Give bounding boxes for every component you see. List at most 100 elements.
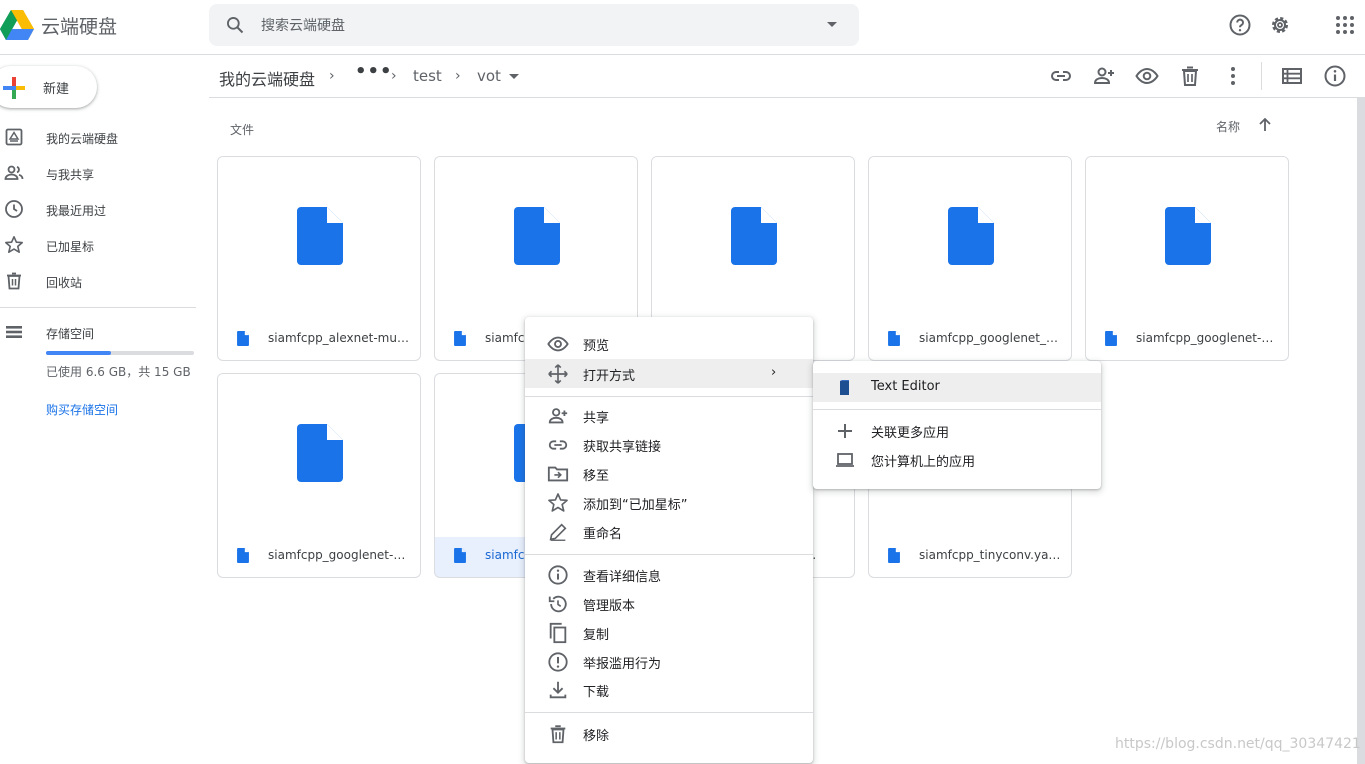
- storage-icon: [6, 326, 22, 338]
- menu-item-copy[interactable]: 复制: [525, 618, 813, 647]
- eye-icon: [547, 336, 569, 352]
- menu-item-report-abuse[interactable]: 举报滥用行为: [525, 647, 813, 676]
- menu-item-add-star[interactable]: 添加到“已加星标”: [525, 488, 813, 517]
- menu-item-manage-versions[interactable]: 管理版本: [525, 589, 813, 618]
- help-icon[interactable]: [1228, 13, 1252, 37]
- text-editor-icon: [840, 380, 849, 395]
- document-file-icon: [1165, 207, 1211, 265]
- drive-logo-icon[interactable]: [0, 10, 34, 40]
- sidebar-item-label: 我的云端硬盘: [46, 132, 119, 146]
- menu-item-label: 查看详细信息: [583, 570, 662, 585]
- sort-by-name-button[interactable]: 名称: [1216, 118, 1240, 135]
- sidebar-divider: [0, 307, 196, 308]
- storage-usage-bar: [46, 351, 194, 355]
- search-options-chevron-icon[interactable]: [827, 22, 837, 27]
- sort-ascending-arrow-icon[interactable]: [1256, 116, 1274, 134]
- breadcrumb-more[interactable]: •••: [355, 61, 393, 82]
- file-name: siamfcpp_googlenet-ne...: [268, 548, 410, 562]
- search-box[interactable]: [209, 4, 859, 46]
- sidebar-item-my-drive[interactable]: 我的云端硬盘: [0, 122, 200, 152]
- move-arrows-icon: [548, 364, 568, 384]
- sidebar-item-trash[interactable]: 回收站: [0, 266, 200, 296]
- breadcrumb-item-vot[interactable]: vot: [477, 67, 501, 85]
- menu-item-open-with[interactable]: 打开方式 ›: [525, 359, 813, 388]
- menu-item-view-details[interactable]: 查看详细信息: [525, 560, 813, 589]
- document-small-icon: [237, 548, 249, 563]
- details-info-icon[interactable]: [1323, 64, 1347, 88]
- top-bar: 云端硬盘: [0, 0, 1365, 55]
- file-card[interactable]: siamfcpp_googlenet-mu...: [1085, 156, 1289, 361]
- settings-gear-icon[interactable]: [1268, 13, 1292, 37]
- search-input[interactable]: [261, 16, 801, 36]
- sidebar-item-storage[interactable]: 存储空间: [0, 317, 200, 347]
- recent-clock-icon: [5, 200, 23, 218]
- sidebar-item-label: 我最近用过: [46, 204, 107, 218]
- breadcrumb-separator: ›: [391, 68, 397, 84]
- menu-divider: [525, 712, 813, 713]
- document-file-icon: [514, 207, 560, 265]
- file-name: siamfcpp_googlenet_bn....: [919, 331, 1061, 345]
- file-card[interactable]: siamfcpp_alexnet-multi_...: [217, 156, 421, 361]
- apps-grid-icon[interactable]: [1333, 13, 1357, 37]
- file-card[interactable]: siamfcpp_googlenet_bn....: [868, 156, 1072, 361]
- storage-usage-fill: [46, 351, 112, 355]
- menu-item-label: 移至: [583, 469, 610, 484]
- watermark-text: https://blog.csdn.net/qq_30347421: [1115, 736, 1361, 752]
- open-with-submenu: Text Editor 关联更多应用 您计算机上的应用: [813, 361, 1101, 489]
- submenu-item-text-editor[interactable]: Text Editor: [813, 373, 1101, 402]
- sidebar-item-label: 存储空间: [46, 327, 95, 341]
- copy-icon: [549, 622, 567, 644]
- remove-trash-icon[interactable]: [1178, 64, 1202, 88]
- storage-used-text: 已使用 6.6 GB，共 15 GB: [46, 365, 191, 379]
- menu-item-move-to[interactable]: 移至: [525, 459, 813, 488]
- shared-with-me-icon: [4, 165, 24, 180]
- submenu-item-connect-more-apps[interactable]: 关联更多应用: [813, 416, 1101, 445]
- app-title[interactable]: 云端硬盘: [41, 12, 117, 39]
- star-outline-icon: [548, 493, 568, 512]
- files-section-heading: 文件: [230, 123, 255, 137]
- link-icon: [548, 440, 568, 450]
- file-card[interactable]: siamfcpp_googlenet-ne...: [217, 373, 421, 578]
- sidebar-item-shared-with-me[interactable]: 与我共享: [0, 158, 200, 188]
- new-button[interactable]: 新建: [0, 66, 97, 108]
- folder-dropdown-chevron-icon[interactable]: [509, 74, 519, 79]
- search-icon[interactable]: [225, 15, 245, 35]
- menu-item-rename[interactable]: 重命名: [525, 517, 813, 546]
- submenu-item-label: 您计算机上的应用: [871, 455, 976, 470]
- document-file-icon: [297, 207, 343, 265]
- toolbar-divider: [1261, 62, 1262, 90]
- preview-eye-icon[interactable]: [1135, 64, 1159, 88]
- menu-item-label: 预览: [583, 339, 610, 354]
- menu-item-remove[interactable]: 移除: [525, 719, 813, 748]
- share-person-add-icon[interactable]: [1092, 64, 1116, 88]
- breadcrumb-item-test[interactable]: test: [413, 67, 442, 85]
- history-icon: [548, 595, 567, 613]
- menu-item-label: 打开方式: [583, 369, 636, 384]
- submenu-item-computer-apps[interactable]: 您计算机上的应用: [813, 445, 1101, 474]
- buy-storage-link[interactable]: 购买存储空间: [46, 401, 118, 418]
- breadcrumb-separator: ›: [329, 68, 335, 84]
- list-view-icon[interactable]: [1280, 64, 1304, 88]
- document-small-icon: [888, 331, 900, 346]
- download-icon: [549, 681, 567, 699]
- star-icon: [4, 235, 24, 254]
- menu-item-share[interactable]: 共享: [525, 401, 813, 430]
- menu-item-get-link[interactable]: 获取共享链接: [525, 430, 813, 459]
- report-icon: [548, 652, 568, 672]
- vertical-scrollbar[interactable]: [1357, 98, 1365, 764]
- plus-colored-icon: [3, 77, 25, 99]
- menu-divider: [525, 554, 813, 555]
- breadcrumb-root[interactable]: 我的云端硬盘: [219, 66, 315, 90]
- more-vert-icon[interactable]: [1221, 64, 1245, 88]
- document-file-icon: [297, 424, 343, 482]
- sidebar-item-recent[interactable]: 我最近用过: [0, 194, 200, 224]
- menu-item-label: 共享: [583, 411, 610, 426]
- menu-item-preview[interactable]: 预览: [525, 329, 813, 358]
- menu-item-label: 添加到“已加星标”: [583, 498, 688, 513]
- laptop-icon: [836, 453, 854, 467]
- sidebar-item-starred[interactable]: 已加星标: [0, 230, 200, 260]
- link-icon[interactable]: [1049, 64, 1073, 88]
- menu-item-download[interactable]: 下载: [525, 675, 813, 704]
- menu-divider: [813, 409, 1101, 410]
- menu-item-label: 下载: [583, 685, 610, 700]
